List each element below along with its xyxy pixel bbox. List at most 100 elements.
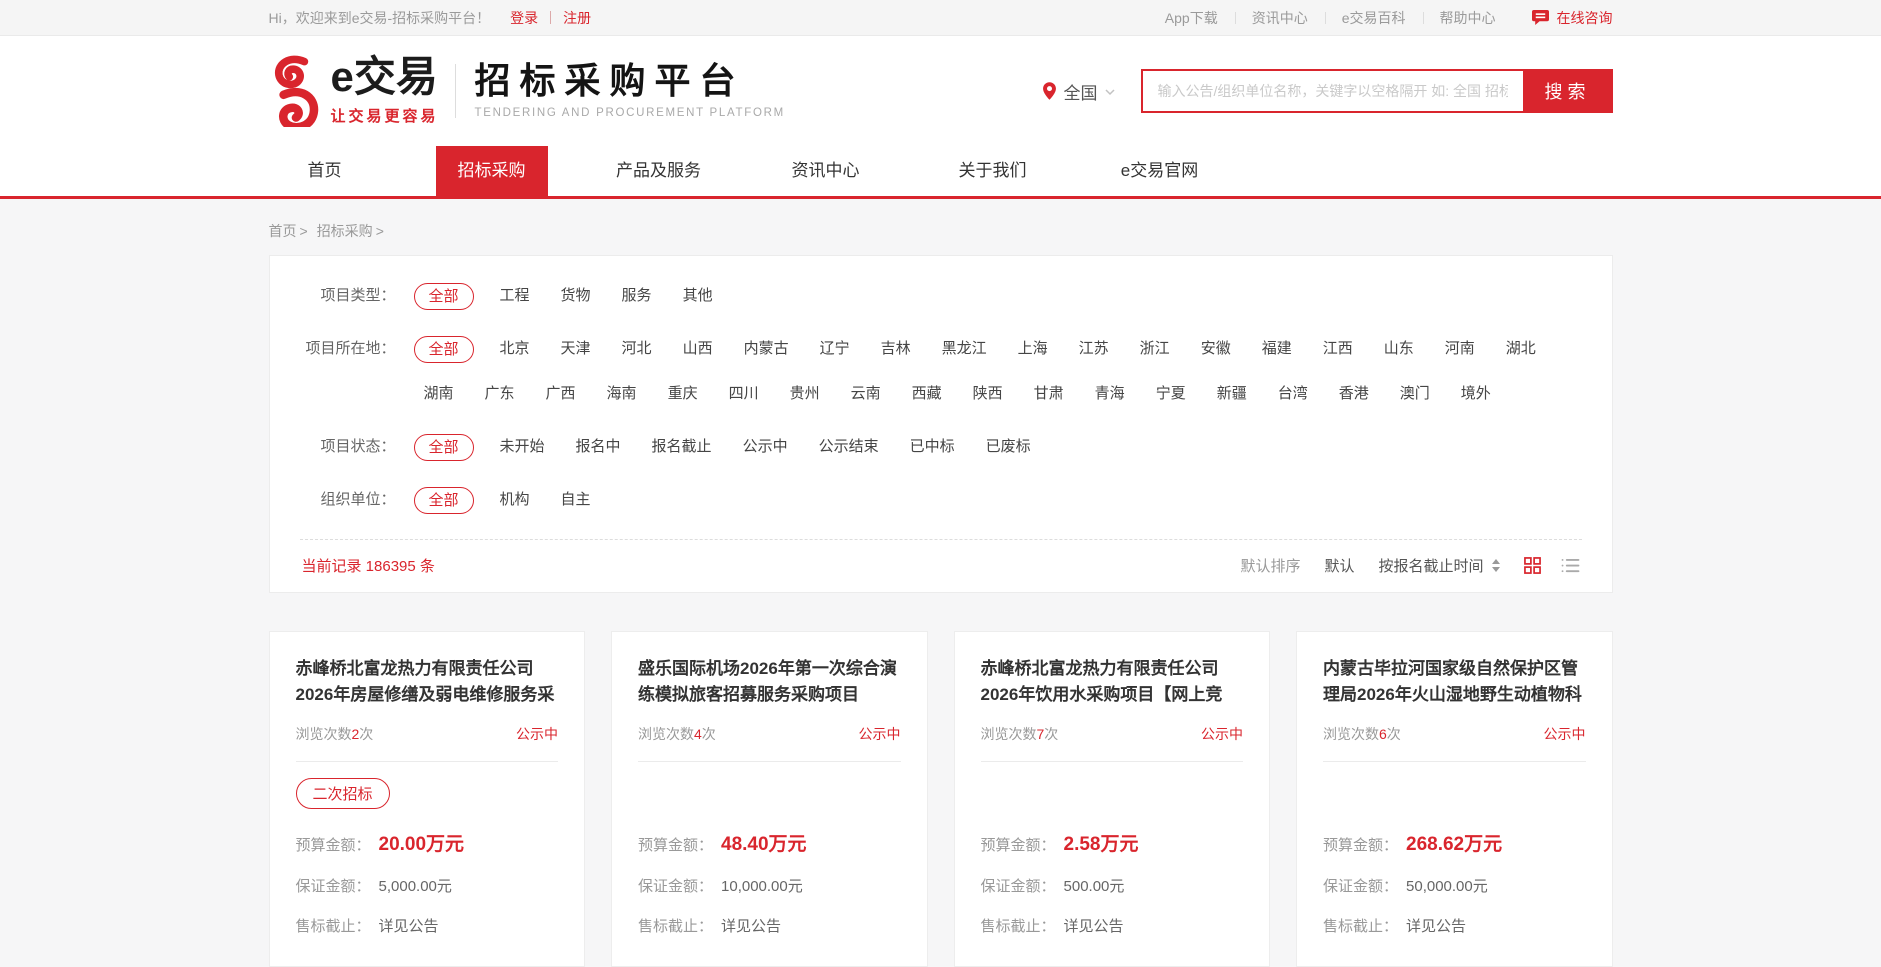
login-link[interactable]: 登录	[510, 8, 538, 28]
filter-option[interactable]: 浙江	[1140, 335, 1170, 363]
tender-card[interactable]: 内蒙古毕拉河国家级自然保护区管理局2026年火山湿地野生动植物科普馆维修改...…	[1296, 631, 1613, 967]
filter-option[interactable]: 自主	[561, 486, 591, 514]
filter-option[interactable]: 报名中	[576, 433, 621, 461]
region-selector[interactable]: 全国	[1042, 79, 1115, 104]
budget-row: 预算金额：2.58万元	[981, 829, 1244, 856]
tender-card[interactable]: 赤峰桥北富龙热力有限责任公司2026年房屋修缮及弱电维修服务采购项目【网上...…	[269, 631, 586, 967]
nav-item-news[interactable]: 资讯中心	[770, 146, 882, 196]
topbar-link-2[interactable]: 资讯中心	[1235, 8, 1325, 28]
filter-option[interactable]: 吉林	[881, 335, 911, 363]
sort-default-option[interactable]: 默认	[1324, 555, 1354, 576]
sort-by-deadline[interactable]: 按报名截止时间	[1378, 555, 1499, 576]
filter-option[interactable]: 天津	[561, 335, 591, 363]
filter-option[interactable]: 澳门	[1400, 380, 1430, 408]
filter-option[interactable]: 河南	[1445, 335, 1475, 363]
search-input[interactable]	[1141, 69, 1523, 113]
tender-card[interactable]: 赤峰桥北富龙热力有限责任公司2026年饮用水采购项目【网上竞价】浏览次数7次 公示…	[954, 631, 1271, 967]
deadline-row: 售标截止：详见公告	[296, 915, 559, 936]
divider	[550, 11, 551, 24]
filter-option[interactable]: 四川	[729, 380, 759, 408]
filter-option[interactable]: 江苏	[1079, 335, 1109, 363]
filter-option[interactable]: 台湾	[1278, 380, 1308, 408]
filter-option[interactable]: 山西	[683, 335, 713, 363]
filter-option[interactable]: 贵州	[790, 380, 820, 408]
filter-option[interactable]: 北京	[500, 335, 530, 363]
filter-option[interactable]: 海南	[607, 380, 637, 408]
filter-option[interactable]: 香港	[1339, 380, 1369, 408]
filter-option[interactable]: 货物	[561, 282, 591, 310]
logo[interactable]: e交易 让交易更容易 招标采购平台 TENDERING AND PROCUREM…	[269, 55, 785, 127]
filter-option[interactable]: 境外	[1461, 380, 1491, 408]
card-title[interactable]: 赤峰桥北富龙热力有限责任公司2026年饮用水采购项目【网上竞价】	[981, 656, 1244, 709]
filter-option[interactable]: 重庆	[668, 380, 698, 408]
budget-row: 预算金额：268.62万元	[1323, 829, 1586, 856]
tender-card[interactable]: 盛乐国际机场2026年第一次综合演练模拟旅客招募服务采购项目浏览次数4次公示中预…	[611, 631, 928, 967]
header: e交易 让交易更容易 招标采购平台 TENDERING AND PROCUREM…	[0, 36, 1881, 146]
nav-item-products[interactable]: 产品及服务	[603, 146, 715, 196]
filter-option[interactable]: 报名截止	[652, 433, 712, 461]
filter-option[interactable]: 湖南	[424, 380, 454, 408]
filter-option[interactable]: 公示中	[743, 433, 788, 461]
filter-option[interactable]: 宁夏	[1156, 380, 1186, 408]
filter-option[interactable]: 上海	[1018, 335, 1048, 363]
region-label: 全国	[1064, 79, 1098, 104]
budget-row: 预算金额：20.00万元	[296, 829, 559, 856]
filter-option[interactable]: 山东	[1384, 335, 1414, 363]
filter-option[interactable]: 甘肃	[1034, 380, 1064, 408]
card-title[interactable]: 赤峰桥北富龙热力有限责任公司2026年房屋修缮及弱电维修服务采购项目【网上...	[296, 656, 559, 709]
card-title[interactable]: 内蒙古毕拉河国家级自然保护区管理局2026年火山湿地野生动植物科普馆维修改...	[1323, 656, 1586, 709]
filter-all-pill[interactable]: 全部	[414, 336, 474, 363]
retender-badge: 二次招标	[296, 778, 390, 809]
filter-option[interactable]: 河北	[622, 335, 652, 363]
search-button[interactable]: 搜索	[1523, 69, 1613, 113]
filter-row-project-location: 项目所在地：全部北京天津河北山西内蒙古辽宁吉林黑龙江上海江苏浙江安徽福建江西山东…	[300, 335, 1582, 408]
filter-option[interactable]: 广东	[485, 380, 515, 408]
filter-option[interactable]: 陕西	[973, 380, 1003, 408]
filter-all-pill[interactable]: 全部	[414, 283, 474, 310]
filter-option[interactable]: 工程	[500, 282, 530, 310]
nav-item-tendering[interactable]: 招标采购	[436, 146, 548, 196]
nav-item-official[interactable]: e交易官网	[1104, 146, 1216, 196]
filter-option[interactable]: 江西	[1323, 335, 1353, 363]
filter-option[interactable]: 广西	[546, 380, 576, 408]
breadcrumb-item-2[interactable]: 招标采购	[317, 223, 393, 239]
topbar-link-3[interactable]: e交易百科	[1325, 8, 1423, 28]
filter-all-pill[interactable]: 全部	[414, 487, 474, 514]
filter-option[interactable]: 安徽	[1201, 335, 1231, 363]
divider	[455, 64, 456, 118]
platform-subtitle: TENDERING AND PROCUREMENT PLATFORM	[475, 107, 785, 119]
register-link[interactable]: 注册	[563, 8, 591, 28]
filter-option[interactable]: 新疆	[1217, 380, 1247, 408]
filter-option[interactable]: 公示结束	[819, 433, 879, 461]
card-title[interactable]: 盛乐国际机场2026年第一次综合演练模拟旅客招募服务采购项目	[638, 656, 901, 709]
online-service-link[interactable]: 在线咨询	[1531, 8, 1613, 28]
filter-option[interactable]: 机构	[500, 486, 530, 514]
nav-item-about[interactable]: 关于我们	[937, 146, 1049, 196]
topbar-link-1[interactable]: App下载	[1148, 8, 1235, 28]
filter-option[interactable]: 黑龙江	[942, 335, 987, 363]
filter-option[interactable]: 已废标	[986, 433, 1031, 461]
filter-option[interactable]: 内蒙古	[744, 335, 789, 363]
topbar-link-4[interactable]: 帮助中心	[1423, 8, 1513, 28]
filter-option[interactable]: 西藏	[912, 380, 942, 408]
views-count: 浏览次数7次	[981, 724, 1059, 744]
breadcrumb-item-1[interactable]: 首页	[269, 223, 317, 239]
sort-controls: 默认排序 默认 按报名截止时间	[1240, 555, 1579, 576]
sort-default-label[interactable]: 默认排序	[1240, 555, 1300, 576]
filter-option[interactable]: 未开始	[500, 433, 545, 461]
nav-item-home[interactable]: 首页	[269, 146, 381, 196]
filter-option[interactable]: 青海	[1095, 380, 1125, 408]
list-view-icon[interactable]	[1561, 558, 1580, 573]
filter-option[interactable]: 辽宁	[820, 335, 850, 363]
filter-option[interactable]: 湖北	[1506, 335, 1536, 363]
deposit-row: 保证金额：50,000.00元	[1323, 875, 1586, 896]
grid-view-icon[interactable]	[1524, 557, 1541, 574]
filter-row-organizer-type: 组织单位：全部机构自主	[300, 486, 1582, 514]
filter-option[interactable]: 云南	[851, 380, 881, 408]
status-badge: 公示中	[1201, 724, 1243, 744]
filter-option[interactable]: 其他	[683, 282, 713, 310]
filter-option[interactable]: 已中标	[910, 433, 955, 461]
filter-all-pill[interactable]: 全部	[414, 434, 474, 461]
filter-option[interactable]: 福建	[1262, 335, 1292, 363]
filter-option[interactable]: 服务	[622, 282, 652, 310]
